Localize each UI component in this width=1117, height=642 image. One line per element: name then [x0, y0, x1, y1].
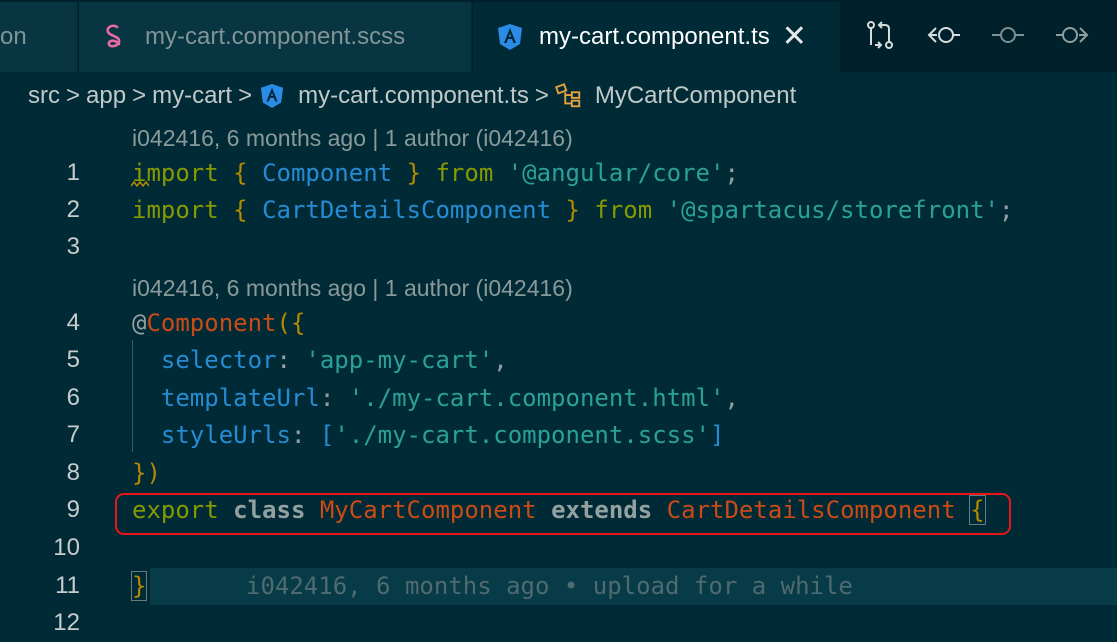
chevron-right-icon: >	[534, 82, 549, 109]
git-commit-icon[interactable]	[976, 10, 1040, 60]
codelens[interactable]: i042416, 6 months ago | 1 author (i04241…	[0, 270, 1117, 307]
inline-blame: i042416, 6 months ago • upload for a whi…	[246, 571, 853, 600]
breadcrumb-item-file[interactable]: my-cart.component.ts	[298, 82, 529, 110]
tab-label: my-cart.component.ts	[539, 23, 770, 50]
line-content: @Component({	[132, 308, 306, 337]
close-icon[interactable]: ✕	[782, 22, 807, 52]
line-number: 12	[53, 608, 80, 636]
tab-scss[interactable]: my-cart.component.scss	[79, 2, 472, 72]
breadcrumb-item-symbol[interactable]: MyCartComponent	[595, 82, 796, 110]
chevron-right-icon: >	[66, 82, 81, 109]
angular-icon	[495, 22, 525, 52]
line-number: 6	[66, 383, 80, 411]
tab-partial[interactable]: on	[0, 2, 78, 72]
line-number: 3	[66, 232, 80, 260]
codelens-text[interactable]: i042416, 6 months ago | 1 author (i04241…	[132, 125, 573, 152]
line-content: import { CartDetailsComponent } from '@s…	[132, 195, 1014, 224]
line-number: 10	[53, 533, 80, 561]
editor-actions	[848, 10, 1104, 60]
line-number: 1	[66, 158, 80, 186]
tab-bar: on my-cart.component.scss my-cart.compon…	[0, 0, 1117, 72]
breadcrumb-item-app[interactable]: app	[86, 82, 126, 110]
angular-icon	[258, 82, 286, 110]
chevron-right-icon: >	[132, 82, 147, 109]
breadcrumb-item-src[interactable]: src	[28, 82, 60, 110]
go-to-next-change-icon[interactable]	[1040, 10, 1104, 60]
breadcrumb: src > app > my-cart > my-cart.component.…	[28, 78, 796, 114]
line-content: import { Component } from '@angular/core…	[132, 158, 739, 187]
codelens[interactable]: i042416, 6 months ago | 1 author (i04241…	[0, 120, 1117, 157]
code-line-11: 11 } i042416, 6 months ago • upload for …	[0, 567, 1117, 604]
tab-label: on	[0, 23, 27, 50]
code-line-2: 2 import { CartDetailsComponent } from '…	[0, 191, 1117, 228]
line-number: 7	[66, 420, 80, 448]
tab-ts-active[interactable]: my-cart.component.ts ✕	[473, 2, 840, 72]
breadcrumb-item-my-cart[interactable]: my-cart	[152, 82, 232, 110]
class-symbol-icon	[554, 82, 583, 110]
code-line-12: 12	[0, 604, 1117, 641]
code-line-4: 4 @Component({	[0, 304, 1117, 341]
chevron-right-icon: >	[238, 82, 253, 109]
code-line-7: 7 styleUrls: ['./my-cart.component.scss'…	[0, 416, 1117, 453]
line-content: selector: 'app-my-cart',	[160, 345, 508, 374]
line-number: 11	[55, 571, 80, 599]
line-content: })	[132, 458, 161, 487]
go-to-previous-change-icon[interactable]	[912, 10, 976, 60]
highlight-annotation	[115, 493, 1011, 535]
line-number: 2	[66, 195, 80, 223]
open-changes-icon[interactable]	[848, 10, 912, 60]
codelens-text[interactable]: i042416, 6 months ago | 1 author (i04241…	[132, 275, 573, 302]
line-number: 4	[66, 308, 80, 336]
warning-squiggle	[131, 181, 149, 187]
line-number: 5	[66, 345, 80, 373]
code-line-3: 3	[0, 228, 1117, 265]
code-line-5: 5 selector: 'app-my-cart',	[0, 341, 1117, 378]
sass-icon	[101, 22, 131, 52]
line-number: 8	[66, 458, 80, 486]
line-content: }	[130, 570, 148, 601]
line-content: styleUrls: ['./my-cart.component.scss']	[160, 420, 725, 449]
tab-label: my-cart.component.scss	[145, 23, 406, 50]
line-content: templateUrl: './my-cart.component.html',	[160, 383, 739, 412]
code-line-1: 1 import { Component } from '@angular/co…	[0, 154, 1117, 191]
code-line-8: 8 })	[0, 454, 1117, 491]
line-number: 9	[66, 495, 80, 523]
code-line-6: 6 templateUrl: './my-cart.component.html…	[0, 379, 1117, 416]
